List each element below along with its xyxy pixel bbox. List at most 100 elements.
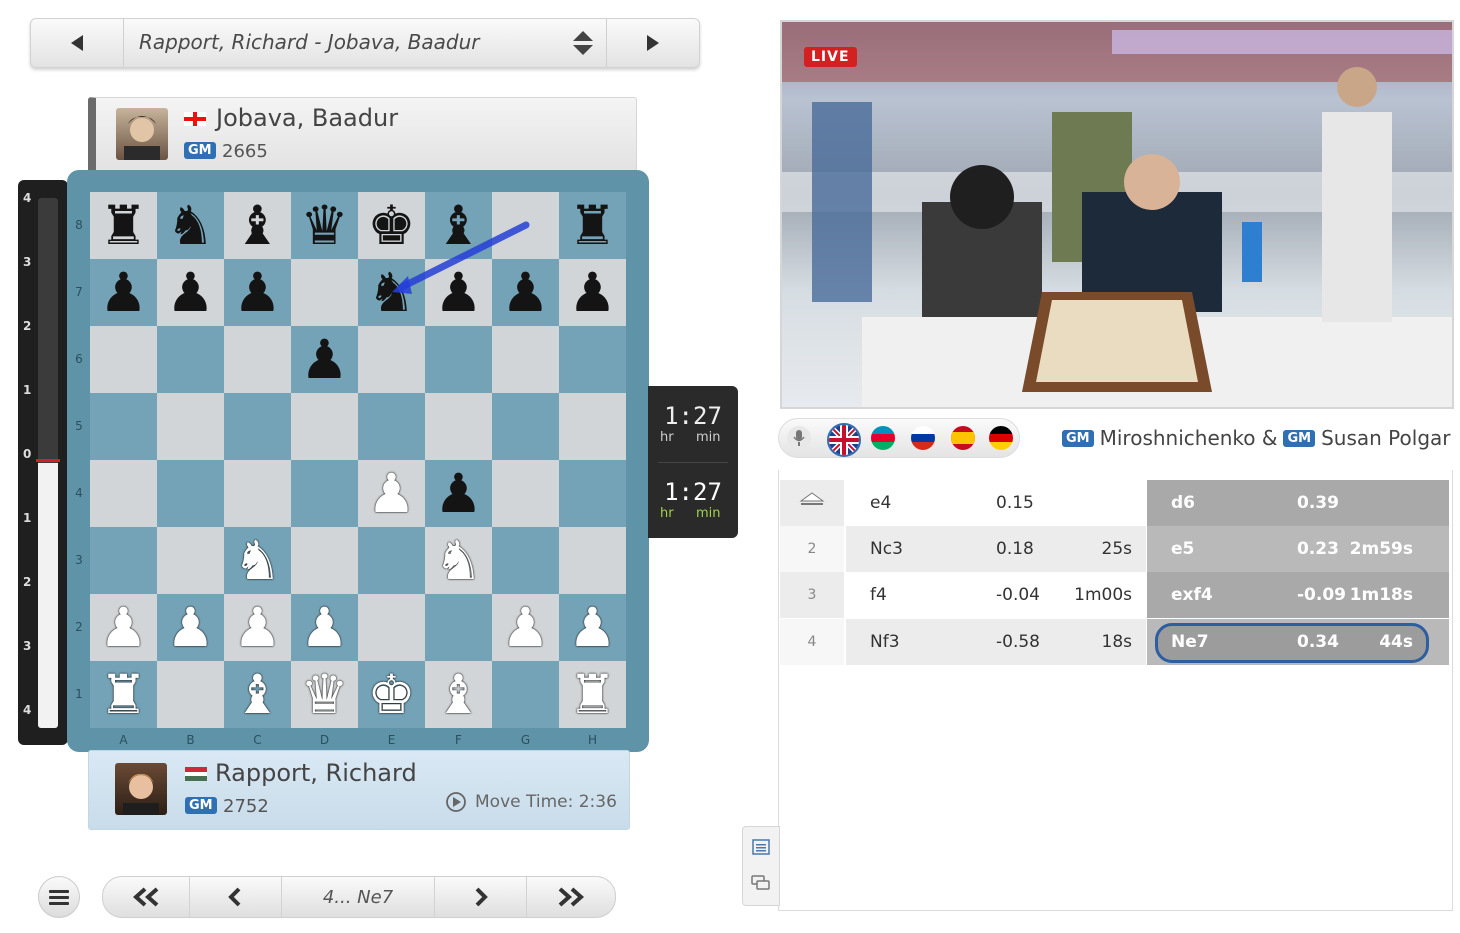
square-b8[interactable]: ♞ [157, 192, 224, 259]
square-a4[interactable] [90, 460, 157, 527]
current-move-label[interactable]: 4... Ne7 [282, 877, 435, 917]
square-e2[interactable] [358, 594, 425, 661]
black-move-cell[interactable]: e5 0.23 2m59s [1147, 526, 1449, 572]
square-c7[interactable]: ♟ [224, 259, 291, 326]
black-bishop-icon[interactable]: ♝ [434, 198, 482, 253]
black-knight-icon[interactable]: ♞ [367, 265, 415, 320]
white-bishop-icon[interactable]: ♝ [233, 667, 281, 722]
black-pawn-icon[interactable]: ♟ [99, 265, 147, 320]
language-spanish-button[interactable] [951, 426, 975, 450]
square-g1[interactable] [492, 661, 559, 728]
square-a6[interactable] [90, 326, 157, 393]
white-pawn-icon[interactable]: ♟ [233, 600, 281, 655]
black-pawn-icon[interactable]: ♟ [166, 265, 214, 320]
white-move-cell[interactable]: f4 -0.04 1m00s [846, 572, 1146, 618]
square-e4[interactable]: ♟ [358, 460, 425, 527]
square-h5[interactable] [559, 393, 626, 460]
square-b4[interactable] [157, 460, 224, 527]
language-english-button[interactable] [827, 423, 861, 457]
previous-game-button[interactable] [31, 19, 124, 67]
language-azerbaijani-button[interactable] [871, 426, 895, 450]
white-move-cell[interactable]: Nc3 0.18 25s [846, 526, 1146, 572]
square-h8[interactable]: ♜ [559, 192, 626, 259]
white-knight-icon[interactable]: ♞ [434, 533, 482, 588]
chat-tab[interactable] [751, 873, 771, 893]
black-move-cell[interactable]: exf4 -0.09 1m18s [1147, 572, 1449, 618]
square-b2[interactable]: ♟ [157, 594, 224, 661]
square-h4[interactable] [559, 460, 626, 527]
black-king-icon[interactable]: ♚ [367, 198, 415, 253]
game-title[interactable]: Rapport, Richard - Jobava, Baadur [139, 19, 480, 67]
square-c2[interactable]: ♟ [224, 594, 291, 661]
last-move-button[interactable] [527, 877, 615, 917]
square-f1[interactable]: ♝ [425, 661, 492, 728]
square-d6[interactable]: ♟ [291, 326, 358, 393]
square-f5[interactable] [425, 393, 492, 460]
square-b5[interactable] [157, 393, 224, 460]
square-g7[interactable]: ♟ [492, 259, 559, 326]
white-pawn-icon[interactable]: ♟ [166, 600, 214, 655]
white-rook-icon[interactable]: ♜ [99, 667, 147, 722]
language-russian-button[interactable] [911, 426, 935, 450]
white-pawn-icon[interactable]: ♟ [300, 600, 348, 655]
white-bishop-icon[interactable]: ♝ [434, 667, 482, 722]
square-a3[interactable] [90, 527, 157, 594]
square-b3[interactable] [157, 527, 224, 594]
square-f8[interactable]: ♝ [425, 192, 492, 259]
square-c5[interactable] [224, 393, 291, 460]
square-h7[interactable]: ♟ [559, 259, 626, 326]
square-g8[interactable] [492, 192, 559, 259]
square-d1[interactable]: ♛ [291, 661, 358, 728]
square-a1[interactable]: ♜ [90, 661, 157, 728]
menu-button[interactable] [38, 876, 80, 918]
white-knight-icon[interactable]: ♞ [233, 533, 281, 588]
next-game-button[interactable] [606, 19, 699, 67]
square-a7[interactable]: ♟ [90, 259, 157, 326]
square-h2[interactable]: ♟ [559, 594, 626, 661]
black-pawn-icon[interactable]: ♟ [568, 265, 616, 320]
square-d4[interactable] [291, 460, 358, 527]
square-f7[interactable]: ♟ [425, 259, 492, 326]
square-b1[interactable] [157, 661, 224, 728]
black-rook-icon[interactable]: ♜ [99, 198, 147, 253]
black-pawn-icon[interactable]: ♟ [434, 466, 482, 521]
first-move-button[interactable] [103, 877, 190, 917]
live-video-player[interactable] [780, 20, 1454, 409]
square-g5[interactable] [492, 393, 559, 460]
black-pawn-icon[interactable]: ♟ [233, 265, 281, 320]
square-e3[interactable] [358, 527, 425, 594]
white-pawn-icon[interactable]: ♟ [99, 600, 147, 655]
black-knight-icon[interactable]: ♞ [166, 198, 214, 253]
square-a2[interactable]: ♟ [90, 594, 157, 661]
move-list-tab[interactable] [751, 837, 771, 857]
square-g4[interactable] [492, 460, 559, 527]
black-bishop-icon[interactable]: ♝ [233, 198, 281, 253]
square-a8[interactable]: ♜ [90, 192, 157, 259]
square-g6[interactable] [492, 326, 559, 393]
white-rook-icon[interactable]: ♜ [568, 667, 616, 722]
black-pawn-icon[interactable]: ♟ [434, 265, 482, 320]
square-c1[interactable]: ♝ [224, 661, 291, 728]
square-d3[interactable] [291, 527, 358, 594]
microphone-button[interactable] [787, 426, 811, 450]
black-queen-icon[interactable]: ♛ [300, 198, 348, 253]
black-move-cell[interactable]: Ne7 0.34 44s [1147, 619, 1449, 665]
square-e8[interactable]: ♚ [358, 192, 425, 259]
square-d2[interactable]: ♟ [291, 594, 358, 661]
square-c3[interactable]: ♞ [224, 527, 291, 594]
sort-arrows-icon[interactable] [571, 29, 595, 57]
chess-board[interactable]: ♜ ♞ ♝ ♛ ♚ ♝ ♜ ♟ ♟ ♟ ♞ ♟ ♟ ♟ ♟ ♟ ♟ ♞ ♞ ♟ ♟ ♟ ♟ ♟ ♟ ♜ ♝ ♛ ♚ ♝ ♜ [90, 192, 626, 728]
square-f2[interactable] [425, 594, 492, 661]
black-move-cell[interactable]: d6 0.39 [1147, 480, 1449, 526]
collapse-button[interactable] [780, 480, 844, 526]
next-move-button[interactable] [435, 877, 528, 917]
white-move-cell[interactable]: e4 0.15 [846, 480, 1146, 526]
square-f6[interactable] [425, 326, 492, 393]
black-pawn-icon[interactable]: ♟ [501, 265, 549, 320]
white-pawn-icon[interactable]: ♟ [568, 600, 616, 655]
square-c4[interactable] [224, 460, 291, 527]
white-king-icon[interactable]: ♚ [367, 667, 415, 722]
square-g3[interactable] [492, 527, 559, 594]
square-d7[interactable] [291, 259, 358, 326]
black-rook-icon[interactable]: ♜ [568, 198, 616, 253]
